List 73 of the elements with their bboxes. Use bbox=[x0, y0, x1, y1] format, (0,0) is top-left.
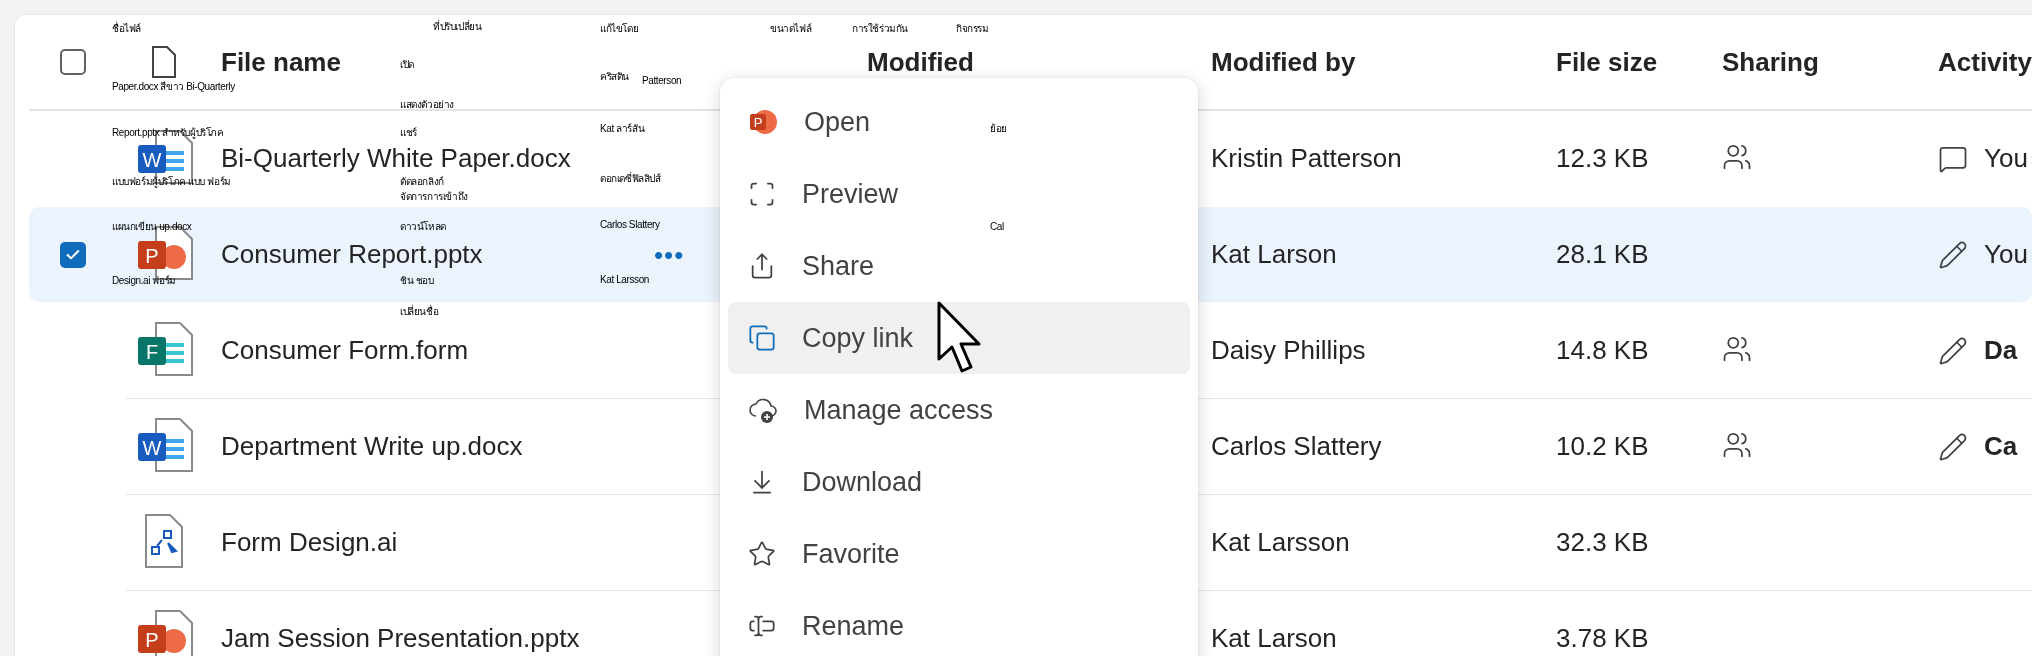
overlay-label: Carlos Slattery bbox=[600, 218, 660, 232]
file-size: 3.78 KB bbox=[1555, 623, 1650, 654]
pencil-icon bbox=[1938, 335, 1968, 366]
star-icon bbox=[748, 540, 776, 568]
overlay-label: การใช้ร่วมกัน bbox=[852, 22, 908, 36]
column-header[interactable]: File size bbox=[1556, 46, 1658, 78]
diagram-file-icon bbox=[142, 512, 186, 569]
modified-by: Kristin Patterson bbox=[1210, 143, 1403, 174]
overlay-label: ตัดลอกลิงก์ bbox=[400, 175, 444, 189]
overlay-label: ย้อย bbox=[990, 122, 1007, 136]
document-icon bbox=[151, 45, 177, 79]
column-header[interactable]: File name bbox=[221, 46, 341, 78]
modified-by: Carlos Slattery bbox=[1210, 431, 1383, 462]
menu-item[interactable]: Preview bbox=[728, 158, 919, 230]
overlay-label: ดอกเดซี่ฟิลลิปส์ bbox=[600, 172, 661, 186]
modified-by: Daisy Phillips bbox=[1210, 335, 1367, 366]
overlay-label: Report.pptx สำหรับผู้บริโภค bbox=[112, 126, 224, 140]
overlay-label: ดาวน์โหลด bbox=[400, 220, 446, 234]
column-header[interactable]: Sharing bbox=[1722, 46, 1819, 78]
file-name[interactable]: Department Write up.docx bbox=[221, 431, 523, 462]
overlay-label: Patterson bbox=[642, 74, 682, 88]
menu-item[interactable]: Download bbox=[728, 446, 943, 518]
file-size: 14.8 KB bbox=[1555, 335, 1650, 366]
overlay-label: แผนกเขียน up.docx bbox=[112, 220, 192, 234]
menu-item[interactable]: Rename bbox=[728, 590, 925, 656]
file-size: 32.3 KB bbox=[1555, 527, 1650, 558]
overlay-label: Paper.docx สีขาว Bi-Quarterly bbox=[112, 80, 235, 94]
file-size: 12.3 KB bbox=[1555, 143, 1650, 174]
overlay-label: Kat ลาร์สัน bbox=[600, 122, 645, 136]
menu-item[interactable]: Manage access bbox=[728, 374, 1014, 446]
menu-item[interactable]: Copy link bbox=[728, 302, 1190, 374]
overlay-label: แชร์ bbox=[400, 126, 417, 140]
copy-icon bbox=[748, 324, 776, 352]
overlay-label: กิจกรรม bbox=[956, 22, 989, 36]
column-header[interactable]: Modified bbox=[867, 46, 974, 78]
menu-item[interactable]: P Open bbox=[728, 86, 891, 158]
overlay-label: แสดงตัวอย่าง bbox=[400, 98, 454, 112]
overlay-label: แก้ไขโดย bbox=[600, 22, 639, 36]
modified-by: Kat Larson bbox=[1210, 239, 1338, 270]
file-name[interactable]: Bi-Quarterly White Paper.docx bbox=[221, 143, 571, 174]
pencil-icon bbox=[1938, 431, 1968, 462]
frame-icon bbox=[748, 180, 776, 208]
select-all-checkbox[interactable] bbox=[60, 49, 86, 75]
overlay-label: ชิน ชอบ bbox=[400, 274, 434, 288]
activity-text: You bbox=[1984, 143, 2028, 174]
overlay-label: ขนาดไฟล์ bbox=[770, 22, 812, 36]
column-header[interactable]: Modified by bbox=[1211, 46, 1356, 78]
file-size: 10.2 KB bbox=[1555, 431, 1650, 462]
file-name[interactable]: Jam Session Presentation.pptx bbox=[221, 623, 580, 654]
column-header[interactable]: Activity bbox=[1938, 46, 2032, 78]
overlay-label: ชื่อไฟล์ bbox=[112, 22, 141, 36]
activity-text: Ca bbox=[1984, 431, 2018, 462]
modified-by: Kat Larsson bbox=[1210, 527, 1351, 558]
pencil-icon bbox=[1938, 239, 1968, 270]
file-name[interactable]: Consumer Form.form bbox=[221, 335, 469, 366]
overlay-label: เปิด bbox=[400, 58, 414, 72]
overlay-label: คริสติน bbox=[600, 70, 629, 84]
overlay-label: เปลี่ยนชื่อ bbox=[400, 305, 439, 319]
overlay-label: Kat Larsson bbox=[600, 273, 649, 287]
menu-item[interactable]: Share bbox=[728, 230, 895, 302]
file-name[interactable]: Consumer Report.pptx bbox=[221, 239, 483, 270]
modified-by: Kat Larson bbox=[1210, 623, 1338, 654]
overlay-label: Cal bbox=[990, 220, 1004, 234]
activity-text: You bbox=[1984, 239, 2028, 270]
file-size: 28.1 KB bbox=[1555, 239, 1650, 270]
more-button[interactable]: ••• bbox=[646, 243, 693, 267]
overlay-label: ที่ปรับเปลี่ยน bbox=[433, 20, 482, 34]
overlay-label: แบบฟอร์มผู้บริโภค แบบ ฟอร์ม bbox=[112, 175, 231, 189]
row-checkbox[interactable] bbox=[60, 241, 86, 268]
menu-item[interactable]: Favorite bbox=[728, 518, 920, 590]
file-name[interactable]: Form Design.ai bbox=[221, 527, 398, 558]
activity-text: Da bbox=[1984, 335, 2018, 366]
overlay-label: Design.ai ฟอร์ม bbox=[112, 274, 176, 288]
